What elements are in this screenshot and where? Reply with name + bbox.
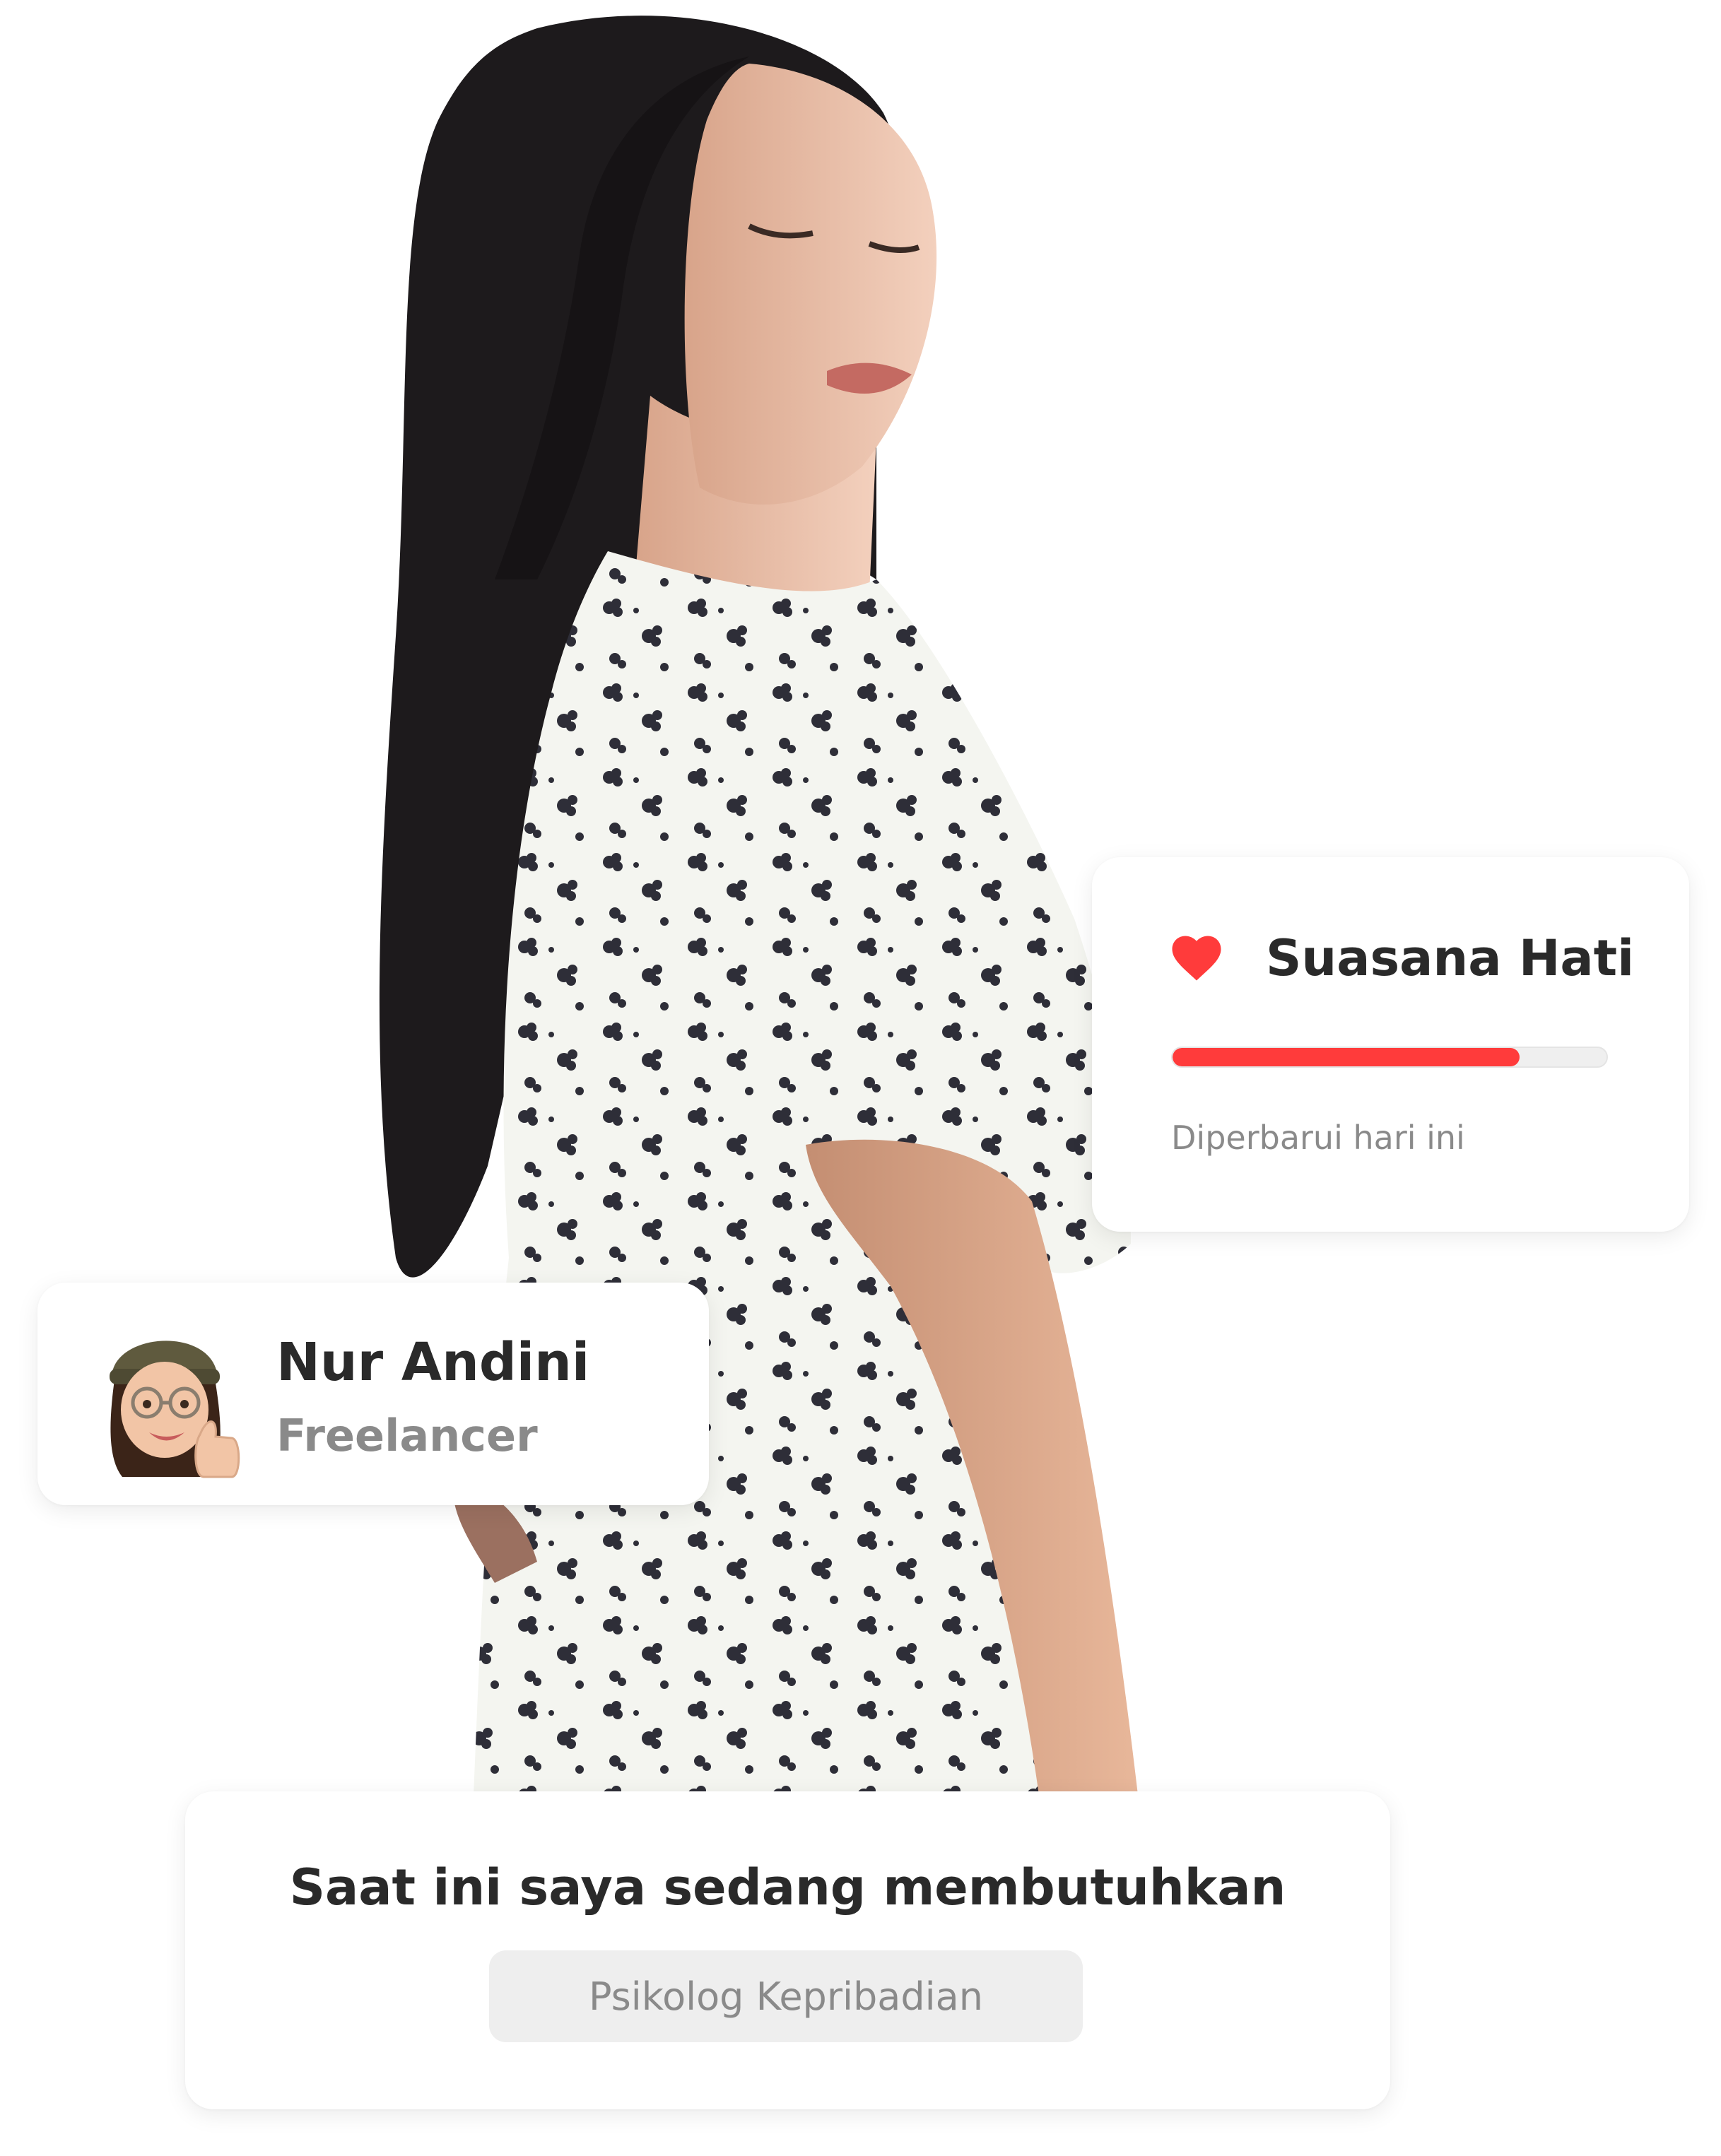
need-option-button[interactable]: Psikolog Kepribadian bbox=[489, 1950, 1083, 2042]
mood-progress-bar bbox=[1171, 1047, 1608, 1068]
profile-card: Nur Andini Freelancer bbox=[37, 1283, 709, 1505]
mood-progress-fill bbox=[1173, 1048, 1520, 1066]
profile-role: Freelancer bbox=[276, 1410, 538, 1461]
mood-updated-text: Diperbarui hari ini bbox=[1171, 1119, 1465, 1157]
mood-title: Suasana Hati bbox=[1266, 929, 1635, 987]
mood-header: Suasana Hati bbox=[1171, 929, 1634, 987]
mood-card: Suasana Hati Diperbarui hari ini bbox=[1092, 857, 1689, 1232]
profile-name: Nur Andini bbox=[276, 1332, 590, 1393]
memoji-avatar bbox=[110, 1341, 240, 1478]
need-card: Saat ini saya sedang membutuhkan Psikolo… bbox=[185, 1791, 1390, 2109]
need-title: Saat ini saya sedang membutuhkan bbox=[289, 1858, 1286, 1916]
heart-icon bbox=[1172, 936, 1221, 981]
